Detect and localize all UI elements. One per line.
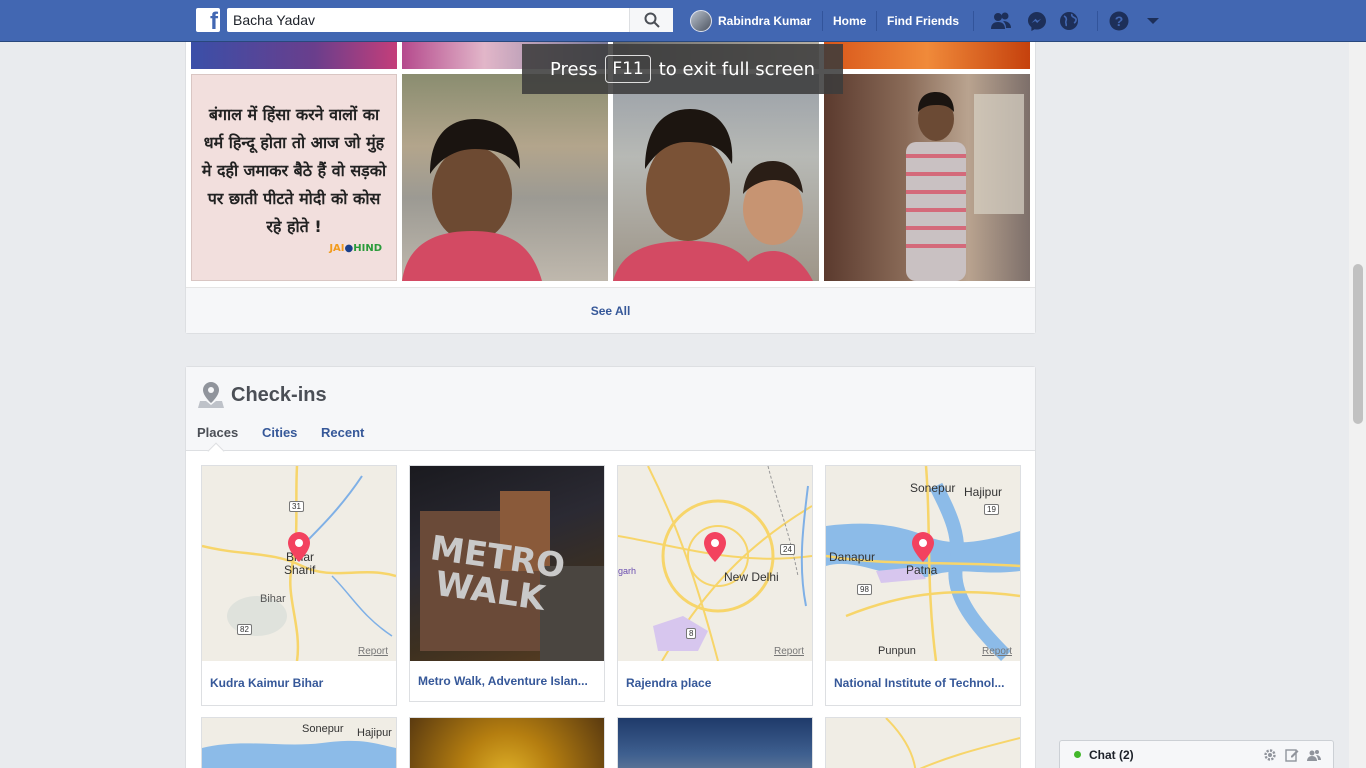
home-link[interactable]: Home — [833, 14, 866, 28]
highway-marker: 19 — [984, 504, 999, 515]
photo-thumbnail[interactable] — [824, 74, 1030, 281]
highway-marker: 8 — [686, 628, 697, 639]
map-pin-marker-icon — [704, 532, 726, 562]
map-river — [202, 740, 396, 768]
map-thumbnail: Bihar Sharif Bihar 31 82 Report — [202, 466, 396, 661]
family-photo — [613, 109, 813, 281]
tab-recent[interactable]: Recent — [321, 425, 364, 440]
notifications-globe-icon[interactable] — [1058, 10, 1080, 32]
checkins-header: Check-ins Places Cities Recent — [186, 367, 1035, 451]
see-all-photos-link[interactable]: See All — [186, 287, 1035, 333]
checkin-place-name[interactable]: Kudra Kaimur Bihar — [202, 661, 396, 705]
checkin-tile[interactable] — [409, 717, 605, 768]
checkin-place-name[interactable]: Rajendra place — [618, 661, 812, 705]
checkin-tile[interactable]: Sonepur Hajipur Danapur Patna Punpun 19 … — [825, 465, 1021, 706]
chat-compose-icon[interactable] — [1285, 748, 1299, 762]
nav-divider — [973, 11, 974, 31]
place-photo-thumbnail: METRO WALK — [410, 466, 604, 661]
map-place-label: Sonepur — [910, 481, 956, 495]
chat-label: Chat (2) — [1089, 747, 1134, 762]
chat-settings-icon[interactable] — [1263, 748, 1277, 762]
account-dropdown-icon[interactable] — [1142, 10, 1164, 32]
map-pin-marker-icon — [912, 532, 934, 562]
checkin-tile[interactable]: New Delhi garh 24 8 Report Rajendra plac… — [617, 465, 813, 706]
jai-hind-logo: JAI●HIND — [329, 243, 382, 254]
report-link[interactable]: Report — [774, 646, 804, 657]
friend-requests-icon[interactable] — [990, 10, 1012, 32]
map-thumbnail: Sonepur Hajipur Danapur Patna Punpun 19 … — [826, 466, 1020, 661]
chat-controls — [1263, 748, 1321, 762]
highway-marker: 31 — [289, 501, 304, 512]
photo-thumbnail[interactable] — [191, 42, 397, 69]
map-place-label: Punpun — [878, 645, 916, 657]
help-icon[interactable]: ? — [1108, 10, 1130, 32]
messenger-icon[interactable] — [1026, 10, 1048, 32]
map-place-label: Sharif — [284, 563, 316, 577]
map-place-label: Hajipur — [964, 485, 1003, 499]
place-photo-thumbnail — [410, 718, 604, 768]
map-pin-marker-icon — [288, 532, 310, 562]
metro-walk-sign: METRO WALK — [420, 491, 604, 661]
avatar — [690, 10, 712, 32]
selfie-photo — [402, 119, 542, 281]
map-place-label: Sonepur — [302, 723, 344, 735]
tab-places[interactable]: Places — [197, 425, 238, 440]
f11-key: F11 — [605, 55, 651, 83]
highway-marker: 98 — [857, 584, 872, 595]
map-place-label: Hajipur — [357, 727, 392, 739]
photo-thumbnail-text-post[interactable]: बंगाल में हिंसा करने वालों का धर्म हिन्द… — [191, 74, 397, 281]
svg-text:?: ? — [1115, 13, 1124, 29]
map-place-label: garh — [618, 566, 637, 576]
checkin-tile[interactable] — [617, 717, 813, 768]
profile-link[interactable]: Rabindra Kumar — [690, 9, 811, 33]
checkin-tile[interactable]: Sonepur Hajipur — [201, 717, 397, 768]
fullscreen-notice-suffix: to exit full screen — [658, 58, 816, 80]
photo-thumbnail[interactable] — [402, 74, 608, 281]
map-roads — [885, 718, 1020, 768]
nav-divider — [1097, 11, 1098, 31]
online-status-dot — [1074, 751, 1081, 758]
map-roads — [618, 466, 812, 661]
highway-marker: 82 — [237, 624, 252, 635]
find-friends-link[interactable]: Find Friends — [887, 14, 959, 28]
fullscreen-notice: Press F11 to exit full screen — [522, 44, 843, 94]
map-thumbnail: Sonepur Hajipur — [202, 718, 396, 768]
search-icon — [644, 12, 660, 28]
standing-person-photo — [906, 92, 1024, 281]
user-name: Rabindra Kumar — [718, 14, 812, 28]
top-navigation-bar: f Rabindra Kumar Home Find Friends ? — [0, 0, 1366, 42]
checkin-place-name[interactable]: Metro Walk, Adventure Islan... — [410, 661, 604, 701]
search-input[interactable] — [227, 8, 627, 32]
place-photo-thumbnail — [618, 718, 812, 768]
page-scrollbar-thumb[interactable] — [1353, 264, 1363, 424]
map-pin-icon — [198, 382, 224, 408]
search-box — [227, 8, 673, 32]
map-place-label: Bihar — [260, 593, 286, 605]
nav-divider — [822, 11, 823, 31]
highway-marker: 24 — [780, 544, 795, 555]
photo-thumbnail[interactable] — [613, 74, 819, 281]
nav-divider — [876, 11, 877, 31]
checkin-tile[interactable]: METRO WALK Metro Walk, Adventure Islan..… — [409, 465, 605, 702]
text-post-content: बंगाल में हिंसा करने वालों का धर्म हिन्द… — [201, 105, 387, 236]
map-thumbnail: New Delhi garh 24 8 Report — [618, 466, 812, 661]
checkins-title: Check-ins — [231, 384, 327, 406]
map-place-label: Patna — [906, 563, 938, 577]
map-place-label: Danapur — [829, 550, 876, 564]
tab-cities[interactable]: Cities — [262, 425, 297, 440]
fullscreen-notice-prefix: Press — [549, 58, 598, 80]
chat-bar[interactable]: Chat (2) — [1059, 740, 1334, 768]
checkin-tile[interactable] — [825, 717, 1021, 768]
checkin-place-name[interactable]: National Institute of Technol... — [826, 661, 1020, 705]
report-link[interactable]: Report — [358, 646, 388, 657]
report-link[interactable]: Report — [982, 646, 1012, 657]
checkin-tile[interactable]: Bihar Sharif Bihar 31 82 Report Kudra Ka… — [201, 465, 397, 706]
chat-group-icon[interactable] — [1307, 748, 1321, 762]
checkins-section: Check-ins Places Cities Recent Bihar Sha… — [185, 366, 1036, 768]
map-place-label: New Delhi — [724, 570, 779, 584]
photo-thumbnail[interactable] — [824, 42, 1030, 69]
search-button[interactable] — [629, 8, 673, 32]
facebook-logo-icon[interactable]: f — [196, 8, 220, 32]
map-thumbnail — [826, 718, 1020, 768]
